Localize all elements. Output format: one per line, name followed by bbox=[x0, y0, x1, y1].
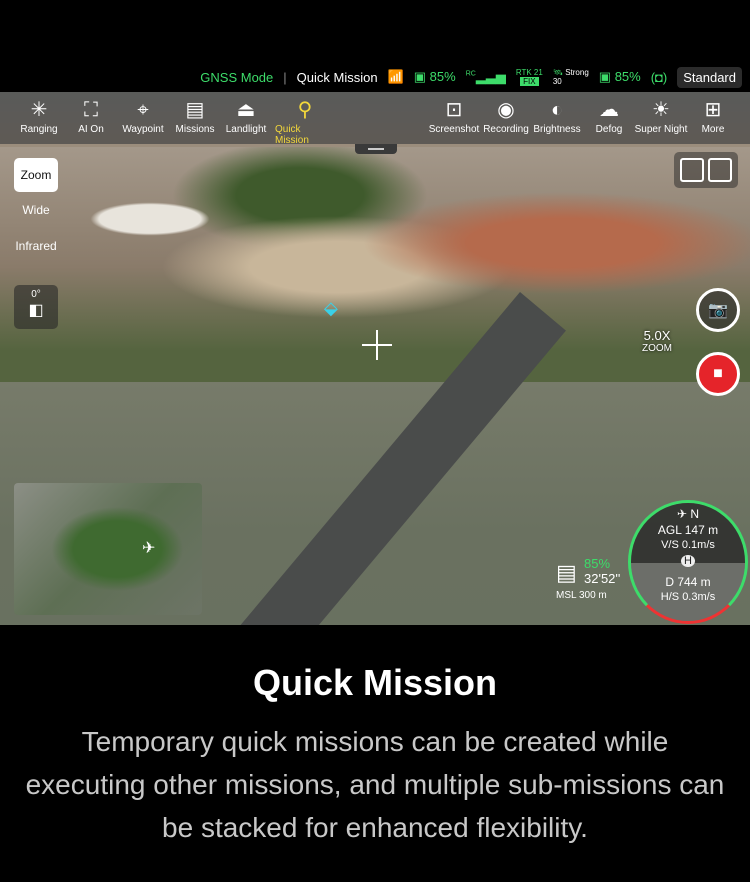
mission-pin-icon[interactable]: ⬙ bbox=[324, 298, 338, 319]
crosshair bbox=[362, 330, 392, 360]
photo-button[interactable]: 📷 bbox=[696, 288, 740, 332]
split-view-button[interactable] bbox=[680, 158, 704, 182]
mission-name: Quick Mission bbox=[296, 69, 378, 85]
zoom-readout[interactable]: 5.0X ZOOM bbox=[642, 328, 672, 354]
record-button[interactable]: ■ bbox=[696, 352, 740, 396]
quick-mission-button[interactable]: ⚲ Quick Mission bbox=[275, 96, 335, 146]
toolbar-handle[interactable] bbox=[355, 144, 397, 154]
lens-wide[interactable]: Wide bbox=[14, 192, 58, 228]
pip-view-button[interactable] bbox=[708, 158, 732, 182]
profile-button[interactable]: Standard bbox=[677, 66, 742, 88]
screenshot-icon: ⊡ bbox=[445, 99, 463, 121]
landlight-icon: ⏏ bbox=[236, 99, 256, 121]
more-icon: ⊞ bbox=[704, 99, 722, 121]
missions-icon: ▤ bbox=[185, 99, 205, 121]
rtk-status: RTK 21 FIX bbox=[515, 68, 543, 86]
screenshot-button[interactable]: ⊡ Screenshot bbox=[424, 96, 484, 135]
lens-infrared[interactable]: Infrared bbox=[14, 228, 58, 264]
drone-battery-icon: ▤ bbox=[556, 560, 577, 585]
ai-button[interactable]: ⛶ AI On bbox=[61, 96, 121, 135]
gnss-mode: GNSS Mode bbox=[200, 69, 274, 85]
obstacle-icon: (◘) bbox=[650, 69, 668, 85]
rc-signal: RC▂▃▅ bbox=[465, 69, 506, 84]
ranging-icon: ✳ bbox=[30, 99, 48, 121]
waypoint-icon: ⌖ bbox=[137, 99, 149, 121]
wifi-icon: 📶 bbox=[387, 69, 404, 84]
more-button[interactable]: ⊞ More bbox=[683, 96, 743, 135]
super-night-button[interactable]: ☀ Super Night bbox=[631, 96, 691, 135]
lens-zoom[interactable]: Zoom bbox=[14, 158, 58, 192]
north-marker: ✈ N bbox=[676, 507, 700, 521]
super-night-icon: ☀ bbox=[652, 99, 670, 121]
defog-icon: ☁ bbox=[599, 99, 619, 121]
recording-icon: ◉ bbox=[497, 99, 515, 121]
gimbal-icon: ◧ bbox=[28, 302, 44, 319]
landlight-button[interactable]: ⏏ Landlight bbox=[216, 96, 276, 135]
status-bar: GNSS Mode | Quick Mission 📶 ▣ 85% RC▂▃▅ R… bbox=[0, 62, 750, 92]
defog-button[interactable]: ☁ Defog bbox=[579, 96, 639, 135]
gimbal-button[interactable]: 0° ◧ bbox=[14, 285, 58, 329]
waypoint-button[interactable]: ⌖ Waypoint bbox=[113, 96, 173, 135]
gnss-signal: 🛰 Strong 30 bbox=[552, 68, 589, 86]
camera-icon: 📷 bbox=[708, 302, 728, 319]
lens-selector: Zoom Wide Infrared bbox=[14, 158, 58, 264]
ai-icon: ⛶ bbox=[84, 99, 98, 121]
rc-battery: ▣ 85% bbox=[413, 69, 456, 84]
caption-body: Temporary quick missions can be created … bbox=[25, 726, 725, 843]
home-point: H bbox=[631, 555, 745, 567]
flight-info: ▤ 85% 32'52'' MSL 300 m bbox=[556, 556, 621, 601]
drone-battery: ▣ 85% bbox=[598, 69, 641, 84]
brightness-icon: ◐ bbox=[550, 99, 564, 121]
caption: Quick Mission Temporary quick missions c… bbox=[0, 662, 750, 849]
ranging-button[interactable]: ✳ Ranging bbox=[9, 96, 69, 135]
quick-mission-icon: ⚲ bbox=[297, 99, 313, 121]
brightness-button[interactable]: ◐ Brightness bbox=[527, 96, 587, 135]
video-icon: ■ bbox=[713, 365, 723, 382]
attitude-indicator: ✈ N AGL 147 m V/S 0.1m/s H D 744 m H/S 0… bbox=[628, 500, 748, 624]
mini-map[interactable]: ✈ bbox=[14, 483, 202, 615]
caption-title: Quick Mission bbox=[252, 662, 498, 703]
aircraft-icon: ✈ bbox=[142, 540, 156, 557]
view-layout bbox=[674, 152, 738, 188]
toolbar: ✳ Ranging ⛶ AI On ⌖ Waypoint ▤ Missions ⏏ Lan… bbox=[0, 92, 750, 146]
